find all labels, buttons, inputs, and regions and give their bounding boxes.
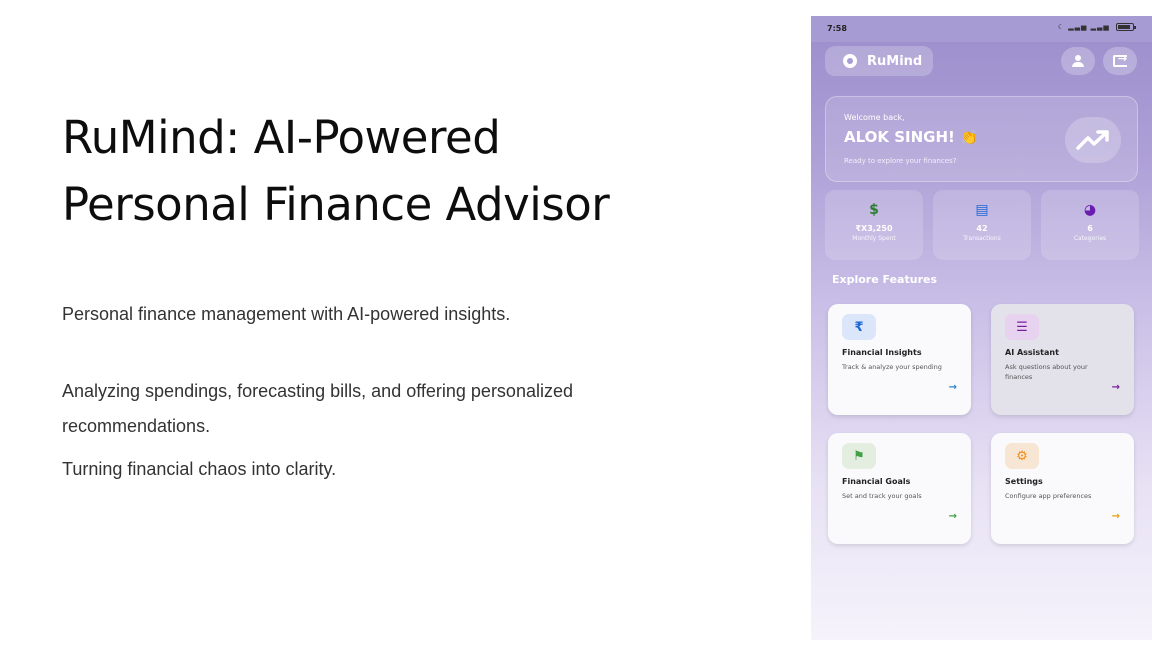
arrow-right-icon: →: [1111, 511, 1120, 522]
feature-description: Track & analyze your spending: [842, 363, 942, 371]
stat-value: ₹X3,250: [855, 224, 893, 233]
slide-paragraph-1: Personal finance management with AI-powe…: [62, 304, 511, 324]
person-icon: [1072, 55, 1084, 67]
feature-title: Settings: [1005, 477, 1043, 486]
flag-icon: ⚑: [842, 443, 876, 469]
trending-up-icon: [1076, 130, 1109, 150]
gear-icon: ⚙: [1005, 443, 1039, 469]
arrow-right-icon: →: [948, 382, 957, 393]
logout-button[interactable]: [1103, 47, 1137, 75]
stat-card-categories[interactable]: ◕ 6 Categories: [1041, 190, 1139, 260]
pie-chart-icon: ◕: [1083, 202, 1097, 218]
stat-value: 6: [1087, 224, 1093, 233]
trending-up-button[interactable]: [1065, 117, 1121, 163]
slide-paragraph-2: Analyzing spendings, forecasting bills, …: [62, 381, 573, 436]
phone-screenshot: 7:58 ☾ ▂▃▅ ▂▃▅ RuMind Welcome back, ALOK…: [811, 16, 1152, 640]
stat-value: 42: [976, 224, 988, 233]
stat-label: Transactions: [963, 235, 1001, 242]
chat-icon: ☰: [1005, 314, 1039, 340]
status-time: 7:58: [827, 24, 847, 33]
slide-title-line-2: Personal Finance Advisor: [62, 178, 610, 231]
stat-label: Categories: [1073, 235, 1107, 242]
stat-card-monthly-spent[interactable]: $ ₹X3,250 Monthly Spent: [825, 190, 923, 260]
feature-card-financial-goals[interactable]: ⚑ Financial Goals Set and track your goa…: [828, 433, 971, 544]
feature-title: Financial Goals: [842, 477, 911, 486]
arrow-right-icon: →: [1111, 382, 1120, 393]
profile-button[interactable]: [1061, 47, 1095, 75]
clapping-hands-icon: 👏: [960, 130, 979, 146]
welcome-name-row: ALOK SINGH! 👏: [844, 128, 978, 146]
status-icons: ☾ ▂▃▅ ▂▃▅: [1057, 23, 1136, 31]
signal-icon-2: ▂▃▅: [1090, 23, 1110, 31]
feature-description: Set and track your goals: [842, 492, 922, 500]
feature-title: Financial Insights: [842, 348, 922, 357]
feature-description: Configure app preferences: [1005, 492, 1092, 500]
brand-pill: RuMind: [825, 46, 933, 76]
brain-logo-icon: [843, 54, 857, 68]
stat-card-transactions[interactable]: ▤ 42 Transactions: [933, 190, 1031, 260]
status-bar: 7:58 ☾ ▂▃▅ ▂▃▅: [811, 16, 1152, 42]
brand-name: RuMind: [867, 53, 923, 69]
arrow-right-icon: →: [948, 511, 957, 522]
slide-title-line-1: RuMind: AI-Powered: [62, 111, 501, 164]
feature-card-ai-assistant[interactable]: ☰ AI Assistant Ask questions about your …: [991, 304, 1134, 415]
welcome-subtitle: Ready to explore your finances?: [844, 157, 957, 165]
rupee-icon: ₹: [842, 314, 876, 340]
welcome-name: ALOK SINGH!: [844, 128, 955, 146]
dollar-icon: $: [869, 202, 879, 218]
receipt-icon: ▤: [975, 202, 989, 218]
feature-title: AI Assistant: [1005, 348, 1059, 357]
feature-card-settings[interactable]: ⚙ Settings Configure app preferences →: [991, 433, 1134, 544]
feature-description: Ask questions about your finances: [1005, 363, 1088, 381]
welcome-greeting: Welcome back,: [844, 113, 905, 122]
feature-card-financial-insights[interactable]: ₹ Financial Insights Track & analyze you…: [828, 304, 971, 415]
logout-icon: [1113, 52, 1127, 67]
stat-label: Monthly Spent: [852, 235, 896, 242]
moon-icon: ☾: [1057, 23, 1065, 31]
section-title: Explore Features: [832, 273, 937, 286]
slide-title: RuMind: AI-Powered Personal Finance Advi…: [62, 104, 762, 238]
signal-icon: ▂▃▅: [1068, 23, 1088, 31]
welcome-card: Welcome back, ALOK SINGH! 👏 Ready to expl…: [825, 96, 1138, 182]
slide-paragraph-3: Turning financial chaos into clarity.: [62, 459, 337, 479]
battery-icon: [1116, 23, 1136, 31]
